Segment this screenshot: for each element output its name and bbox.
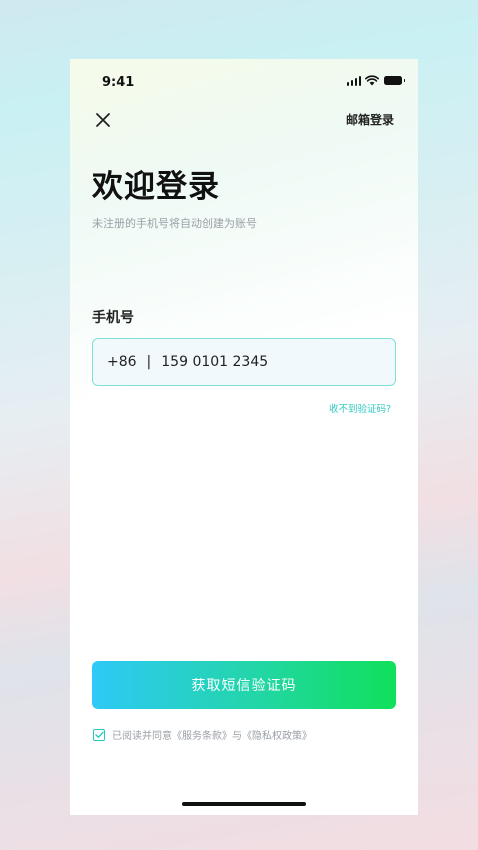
- phone-screen: 9:41 邮箱登录 欢迎登录 未注册的手机号将自动创建为账号 手机号 +86 |…: [70, 59, 418, 815]
- agreement-checkbox[interactable]: [93, 728, 105, 741]
- status-icons: [346, 75, 405, 86]
- no-code-link[interactable]: 收不到验证码?: [329, 401, 391, 415]
- agreement: 已阅读并同意《服务条款》与《隐私权政策》: [93, 727, 312, 742]
- agreement-text[interactable]: 已阅读并同意《服务条款》与《隐私权政策》: [112, 727, 312, 742]
- phone-input[interactable]: +86 | 159 0101 2345: [92, 338, 396, 386]
- email-login-link[interactable]: 邮箱登录: [346, 111, 394, 128]
- signal-icon: [346, 75, 361, 86]
- page-title: 欢迎登录: [92, 169, 220, 205]
- phone-label: 手机号: [92, 310, 134, 326]
- get-code-button[interactable]: 获取短信验证码: [92, 661, 396, 709]
- check-icon: [94, 731, 104, 738]
- close-icon[interactable]: [94, 111, 112, 129]
- home-indicator: [182, 802, 306, 806]
- status-bar: 9:41: [70, 59, 418, 103]
- country-code[interactable]: +86: [107, 354, 137, 370]
- page-subtitle: 未注册的手机号将自动创建为账号: [92, 217, 257, 230]
- wifi-icon: [365, 75, 379, 86]
- battery-icon: [384, 76, 405, 85]
- phone-number-value[interactable]: 159 0101 2345: [161, 354, 268, 370]
- input-separator: |: [146, 354, 152, 370]
- status-time: 9:41: [102, 75, 135, 90]
